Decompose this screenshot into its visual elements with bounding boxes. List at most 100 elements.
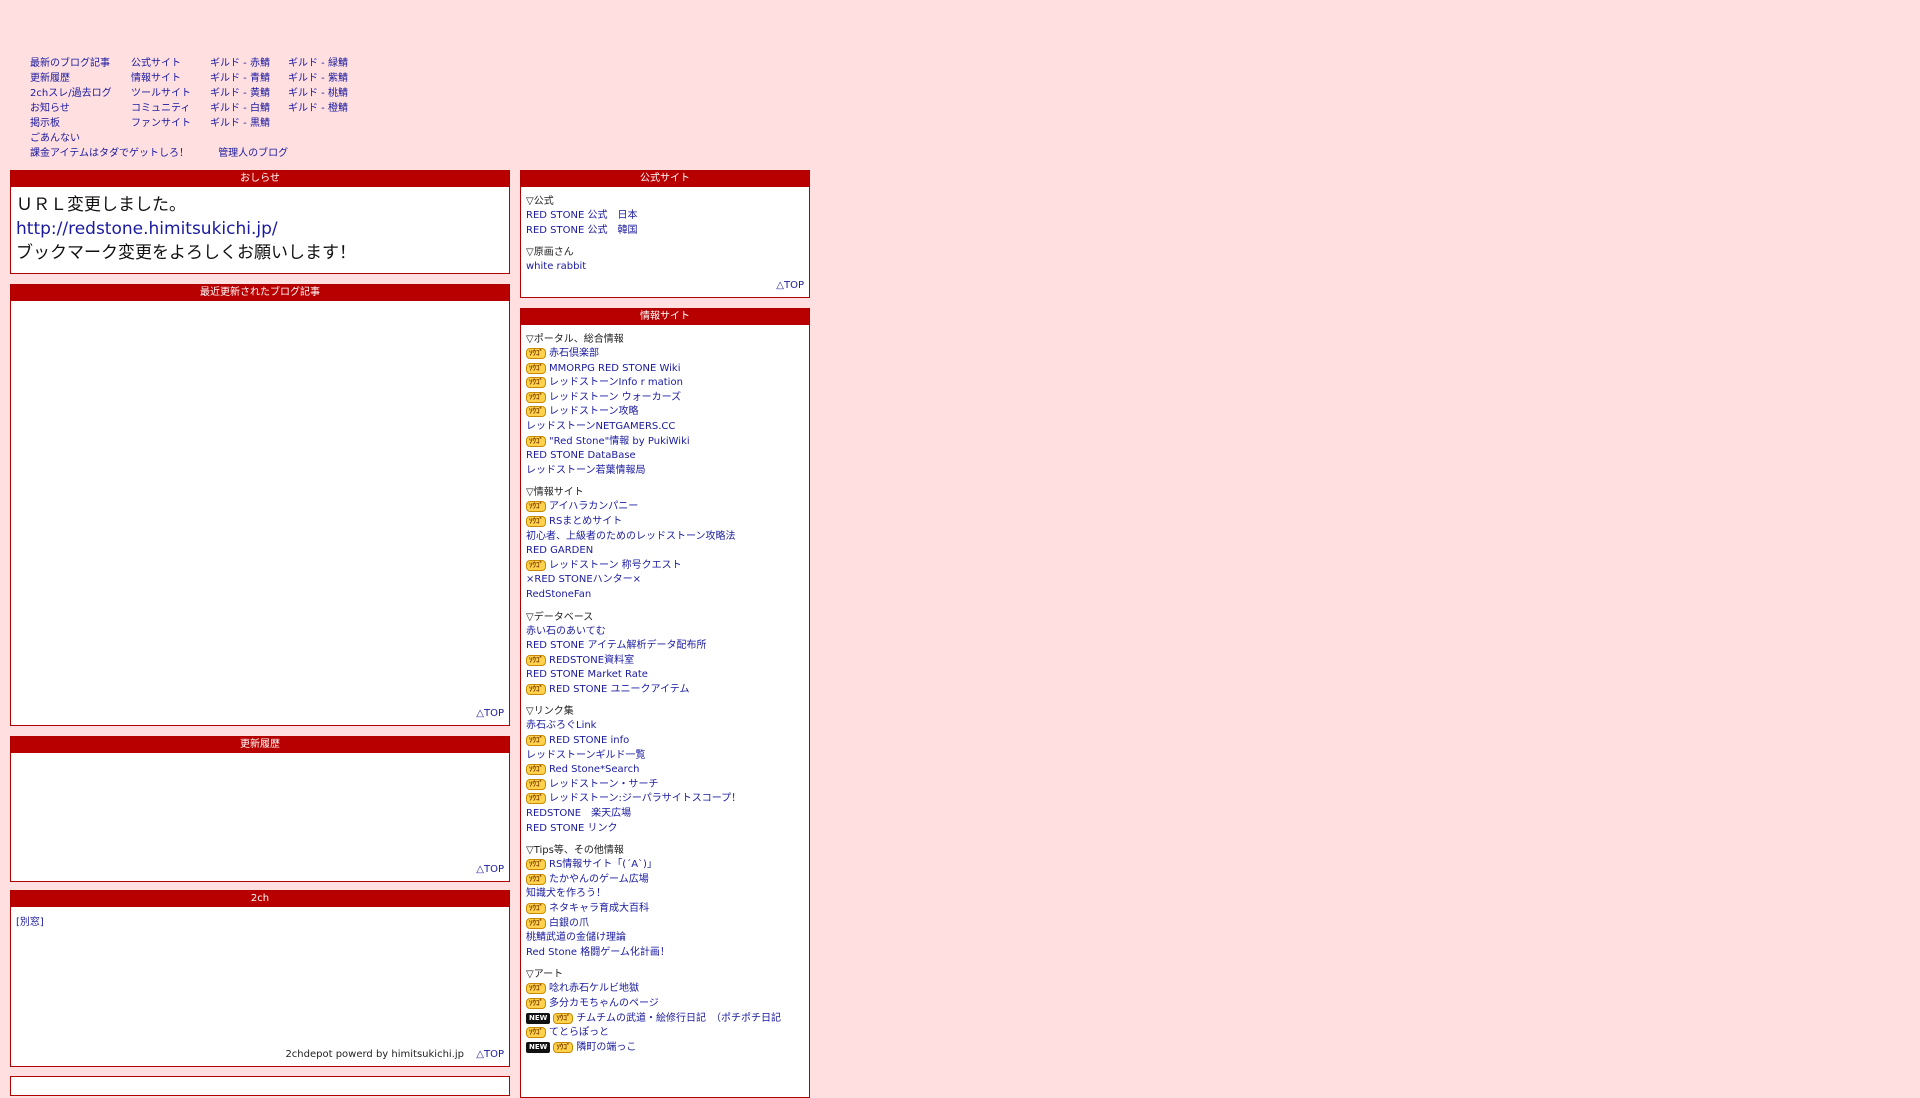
nav-link[interactable]: ギルド - 桃鯖: [288, 86, 348, 101]
site-link-item[interactable]: Red Stone 格闘ゲーム化計画！: [526, 946, 804, 961]
nav-link[interactable]: 公式サイト: [131, 56, 191, 71]
site-link-text[interactable]: レッドストーン攻略: [549, 406, 639, 417]
site-link-item[interactable]: ｿｳｺﾞ RSまとめサイト: [526, 515, 804, 530]
site-link-item[interactable]: REDSTONE 楽天広場: [526, 807, 804, 822]
nav-link-admin-blog[interactable]: 管理人のブログ: [218, 148, 288, 159]
nav-link[interactable]: ごあんない: [30, 131, 112, 146]
site-link-text[interactable]: REDSTONE資料室: [549, 655, 634, 666]
site-link-item[interactable]: RED STONE DataBase: [526, 449, 804, 464]
site-link-text[interactable]: REDSTONE 楽天広場: [526, 808, 631, 819]
site-link-item[interactable]: ｿｳｺﾞ レッドストーン 称号クエスト: [526, 559, 804, 574]
nav-link[interactable]: お知らせ: [30, 101, 112, 116]
site-link-text[interactable]: チムチムの武道・絵修行日記 （ポチポチ日記: [576, 1013, 781, 1024]
site-link-text[interactable]: ×RED STONEハンター×: [526, 574, 641, 585]
site-link-item[interactable]: ｿｳｺﾞ 白銀の爪: [526, 917, 804, 932]
site-link-item[interactable]: レッドストーン若葉情報局: [526, 464, 804, 479]
site-link-text[interactable]: RS情報サイト「(´A`)」: [549, 859, 657, 870]
nav-link[interactable]: 情報サイト: [131, 71, 191, 86]
site-link-item[interactable]: ｿｳｺﾞ Red Stone*Search: [526, 763, 804, 778]
nav-link[interactable]: ギルド - 赤鯖: [210, 56, 270, 71]
nav-link[interactable]: コミュニティ: [131, 101, 191, 116]
site-link-item[interactable]: ｿｳｺﾞ レッドストーン ウォーカーズ: [526, 391, 804, 406]
site-link-item[interactable]: ｿｳｺﾞ 赤石倶楽部: [526, 347, 804, 362]
site-link-text[interactable]: RED STONE ユニークアイテム: [549, 684, 689, 695]
site-link-text[interactable]: アイハラカンパニー: [549, 501, 638, 512]
site-link-item[interactable]: ｿｳｺﾞ レッドストーンInfo r mation: [526, 376, 804, 391]
site-link-text[interactable]: RED GARDEN: [526, 545, 593, 556]
site-link-item[interactable]: ｿｳｺﾞ レッドストーン・サーチ: [526, 778, 804, 793]
site-link-item[interactable]: RED STONE Market Rate: [526, 668, 804, 683]
site-link-text[interactable]: レッドストーン若葉情報局: [526, 465, 646, 476]
nav-link[interactable]: ギルド - 青鯖: [210, 71, 270, 86]
site-link-text[interactable]: 知識犬を作ろう！: [526, 888, 606, 899]
site-link-item[interactable]: NEW ｿｳｺﾞ チムチムの武道・絵修行日記 （ポチポチ日記: [526, 1012, 804, 1027]
nav-link[interactable]: ファンサイト: [131, 116, 191, 131]
site-link-text[interactable]: 多分カモちゃんのページ: [549, 998, 659, 1009]
site-link-text[interactable]: RED STONE info: [549, 735, 629, 746]
site-link-item[interactable]: RedStoneFan: [526, 588, 804, 603]
site-link-text[interactable]: Red Stone 格闘ゲーム化計画！: [526, 947, 670, 958]
site-link-text[interactable]: レッドストーンギルド一覧: [526, 750, 646, 761]
site-link-text[interactable]: RED STONE 公式 韓国: [526, 225, 637, 236]
site-link-text[interactable]: レッドストーン 称号クエスト: [549, 560, 682, 571]
site-link-item[interactable]: ｿｳｺﾞ MMORPG RED STONE Wiki: [526, 362, 804, 377]
site-link-item[interactable]: ｿｳｺﾞ アイハラカンパニー: [526, 500, 804, 515]
site-link-item[interactable]: ×RED STONEハンター×: [526, 573, 804, 588]
back-to-top-link[interactable]: △TOP: [476, 864, 504, 875]
site-link-item[interactable]: RED STONE アイテム解析データ配布所: [526, 639, 804, 654]
site-link-text[interactable]: レッドストーン ウォーカーズ: [549, 392, 681, 403]
site-link-item[interactable]: レッドストーンNETGAMERS.CC: [526, 420, 804, 435]
site-link-item[interactable]: ｿｳｺﾞ レッドストーン:ジーパラサイトスコープ！: [526, 792, 804, 807]
site-link-item[interactable]: 知識犬を作ろう！: [526, 887, 804, 902]
site-link-text[interactable]: 初心者、上級者のためのレッドストーン攻略法: [526, 531, 736, 542]
nav-link[interactable]: ギルド - 白鯖: [210, 101, 270, 116]
nav-link[interactable]: ギルド - 橙鯖: [288, 101, 348, 116]
site-link-item[interactable]: RED STONE リンク: [526, 822, 804, 837]
site-link-text[interactable]: 桃鯖武道の金儲け理論: [526, 932, 626, 943]
nav-link[interactable]: ギルド - 黒鯖: [210, 116, 270, 131]
site-link-item[interactable]: 桃鯖武道の金儲け理論: [526, 931, 804, 946]
site-link-text[interactable]: 赤石倶楽部: [549, 348, 599, 359]
nav-link[interactable]: ギルド - 緑鯖: [288, 56, 348, 71]
site-link-text[interactable]: RED STONE アイテム解析データ配布所: [526, 640, 706, 651]
nav-link[interactable]: ギルド - 黄鯖: [210, 86, 270, 101]
site-link-text[interactable]: レッドストーンInfo r mation: [549, 377, 683, 388]
nav-link[interactable]: 掲示板: [30, 116, 112, 131]
site-link-item[interactable]: ｿｳｺﾞ RED STONE ユニークアイテム: [526, 683, 804, 698]
site-link-text[interactable]: ネタキャラ育成大百科: [549, 903, 649, 914]
site-link-item[interactable]: RED STONE 公式 韓国: [526, 224, 804, 239]
notice-url-link[interactable]: http://redstone.himitsukichi.jp/: [16, 217, 504, 241]
site-link-text[interactable]: RED STONE Market Rate: [526, 669, 648, 680]
site-link-text[interactable]: white rabbit: [526, 261, 586, 272]
site-link-text[interactable]: 唸れ赤石ケルビ地獄: [549, 983, 639, 994]
site-link-text[interactable]: Red Stone*Search: [549, 764, 639, 775]
site-link-item[interactable]: ｿｳｺﾞ ネタキャラ育成大百科: [526, 902, 804, 917]
site-link-text[interactable]: RED STONE 公式 日本: [526, 210, 637, 221]
site-link-item[interactable]: レッドストーンギルド一覧: [526, 749, 804, 764]
site-link-text[interactable]: レッドストーンNETGAMERS.CC: [526, 421, 675, 432]
site-link-item[interactable]: ｿｳｺﾞ たかやんのゲーム広場: [526, 873, 804, 888]
site-link-text[interactable]: レッドストーン・サーチ: [549, 779, 659, 790]
site-link-item[interactable]: NEW ｿｳｺﾞ 隣町の端っこ: [526, 1041, 804, 1056]
nav-link[interactable]: 2chスレ/過去ログ: [30, 86, 112, 101]
site-link-text[interactable]: 赤い石のあいてむ: [526, 626, 606, 637]
site-link-item[interactable]: white rabbit: [526, 260, 804, 275]
nav-link[interactable]: ツールサイト: [131, 86, 191, 101]
site-link-item[interactable]: 赤い石のあいてむ: [526, 625, 804, 640]
site-link-item[interactable]: ｿｳｺﾞ 唸れ赤石ケルビ地獄: [526, 982, 804, 997]
back-to-top-link[interactable]: △TOP: [476, 708, 504, 719]
site-link-text[interactable]: RED STONE DataBase: [526, 450, 636, 461]
site-link-text[interactable]: レッドストーン:ジーパラサイトスコープ！: [549, 793, 741, 804]
site-link-item[interactable]: ｿｳｺﾞ REDSTONE資料室: [526, 654, 804, 669]
site-link-text[interactable]: MMORPG RED STONE Wiki: [549, 363, 681, 374]
site-link-text[interactable]: "Red Stone"情報 by PukiWiki: [549, 436, 690, 447]
site-link-item[interactable]: ｿｳｺﾞ RED STONE info: [526, 734, 804, 749]
back-to-top-link[interactable]: △TOP: [476, 1049, 504, 1060]
site-link-item[interactable]: ｿｳｺﾞ RS情報サイト「(´A`)」: [526, 858, 804, 873]
back-to-top-link[interactable]: △TOP: [776, 280, 804, 291]
site-link-item[interactable]: RED STONE 公式 日本: [526, 209, 804, 224]
open-new-window-link[interactable]: [別窓]: [16, 917, 44, 928]
nav-link[interactable]: ギルド - 紫鯖: [288, 71, 348, 86]
nav-link[interactable]: 更新履歴: [30, 71, 112, 86]
site-link-text[interactable]: 隣町の端っこ: [576, 1042, 636, 1053]
